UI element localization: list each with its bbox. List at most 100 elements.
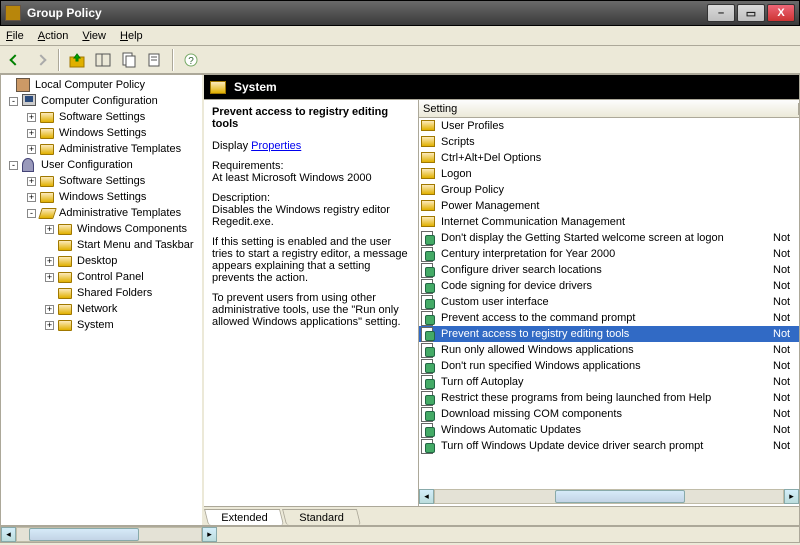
row-label: User Profiles	[441, 120, 799, 132]
tree-item[interactable]: +Software Settings	[1, 109, 202, 125]
list-folder-row[interactable]: Ctrl+Alt+Del Options	[419, 150, 799, 166]
menu-file[interactable]: File	[6, 30, 24, 42]
list-policy-row[interactable]: Custom user interfaceNot	[419, 294, 799, 310]
policy-icon	[421, 327, 437, 341]
show-hide-console-tree-button[interactable]	[92, 49, 114, 71]
tree-item[interactable]: +Control Panel	[1, 269, 202, 285]
expand-icon[interactable]: +	[27, 113, 36, 122]
tree-computer-config[interactable]: -Computer Configuration	[1, 93, 202, 109]
list-policy-row[interactable]: Prevent access to the command promptNot	[419, 310, 799, 326]
expand-icon[interactable]: +	[27, 145, 36, 154]
scroll-track[interactable]	[434, 489, 784, 504]
menu-action[interactable]: Action	[38, 30, 69, 42]
list-policy-row[interactable]: Windows Automatic UpdatesNot	[419, 422, 799, 438]
export-list-button[interactable]	[144, 49, 166, 71]
collapse-icon[interactable]: -	[9, 161, 18, 170]
menu-view[interactable]: View	[82, 30, 106, 42]
list-policy-row[interactable]: Restrict these programs from being launc…	[419, 390, 799, 406]
forward-button[interactable]	[30, 49, 52, 71]
tree-item[interactable]: +Windows Settings	[1, 189, 202, 205]
folder-icon	[421, 215, 437, 229]
tree-item[interactable]: Shared Folders	[1, 285, 202, 301]
list-horizontal-scrollbar[interactable]: ◂ ▸	[419, 489, 799, 506]
list-policy-row[interactable]: Century interpretation for Year 2000Not	[419, 246, 799, 262]
list-folder-row[interactable]: Internet Communication Management	[419, 214, 799, 230]
row-label: Prevent access to the command prompt	[441, 312, 773, 324]
folder-icon	[58, 256, 72, 267]
list-folder-row[interactable]: User Profiles	[419, 118, 799, 134]
expand-icon[interactable]: +	[45, 225, 54, 234]
list-policy-row[interactable]: Turn off AutoplayNot	[419, 374, 799, 390]
console-tree[interactable]: Local Computer Policy -Computer Configur…	[1, 75, 204, 525]
settings-list[interactable]: Setting User Profiles ScriptsCtrl+Alt+Del…	[419, 100, 799, 506]
folder-icon	[58, 288, 72, 299]
back-button[interactable]	[4, 49, 26, 71]
folder-icon	[58, 272, 72, 283]
up-button[interactable]	[66, 49, 88, 71]
tree-admin-templates[interactable]: -Administrative Templates	[1, 205, 202, 221]
tree-item[interactable]: +Windows Components	[1, 221, 202, 237]
details-pane: System Prevent access to registry editin…	[204, 75, 799, 525]
tree-item[interactable]: + Administrative Templates	[1, 141, 202, 157]
tree-item[interactable]: +Desktop	[1, 253, 202, 269]
expand-icon[interactable]: +	[27, 177, 36, 186]
tree-item[interactable]: +Software Settings	[1, 173, 202, 189]
row-label: Logon	[441, 168, 799, 180]
properties-link[interactable]: Properties	[251, 140, 301, 152]
list-policy-row[interactable]: Turn off Windows Update device driver se…	[419, 438, 799, 454]
list-policy-row[interactable]: Prevent access to registry editing tools…	[419, 326, 799, 342]
collapse-icon[interactable]: -	[27, 209, 36, 218]
row-label: Download missing COM components	[441, 408, 773, 420]
scroll-thumb[interactable]	[555, 490, 685, 503]
maximize-button[interactable]: ▭	[737, 4, 765, 22]
scroll-right-button[interactable]: ▸	[202, 527, 217, 542]
tree-item[interactable]: +Network	[1, 301, 202, 317]
list-folder-row[interactable]: Power Management	[419, 198, 799, 214]
row-label: Don't run specified Windows applications	[441, 360, 773, 372]
list-policy-row[interactable]: Configure driver search locationsNot	[419, 262, 799, 278]
expand-icon[interactable]: +	[45, 305, 54, 314]
list-policy-row[interactable]: Download missing COM componentsNot	[419, 406, 799, 422]
list-header[interactable]: Setting	[419, 100, 799, 118]
expand-icon[interactable]: +	[45, 257, 54, 266]
list-folder-row[interactable]: Scripts	[419, 134, 799, 150]
minimize-button[interactable]: –	[707, 4, 735, 22]
expand-icon[interactable]: +	[45, 321, 54, 330]
scroll-track[interactable]	[16, 527, 202, 542]
expand-icon[interactable]: +	[27, 193, 36, 202]
properties-button[interactable]	[118, 49, 140, 71]
list-policy-row[interactable]: Code signing for device driversNot	[419, 278, 799, 294]
list-policy-row[interactable]: Don't run specified Windows applications…	[419, 358, 799, 374]
help-button[interactable]: ?	[180, 49, 202, 71]
tree-label: Administrative Templates	[59, 143, 181, 155]
scroll-thumb[interactable]	[29, 528, 139, 541]
row-state: Not	[773, 248, 799, 260]
scroll-right-button[interactable]: ▸	[784, 489, 799, 504]
expand-icon[interactable]: +	[27, 129, 36, 138]
close-button[interactable]: X	[767, 4, 795, 22]
tree-system[interactable]: +System	[1, 317, 202, 333]
tree-user-config[interactable]: -User Configuration	[1, 157, 202, 173]
tree-item[interactable]: Start Menu and Taskbar	[1, 237, 202, 253]
scroll-left-button[interactable]: ◂	[419, 489, 434, 504]
tree-horizontal-scrollbar[interactable]: ◂ ▸	[0, 526, 800, 543]
column-setting[interactable]: Setting	[423, 103, 799, 115]
menu-help[interactable]: Help	[120, 30, 143, 42]
view-tabs: Extended Standard	[204, 506, 799, 525]
folder-icon	[210, 81, 226, 94]
description-text: Disables the Windows registry editor Reg…	[212, 204, 390, 228]
list-folder-row[interactable]: Logon	[419, 166, 799, 182]
folder-icon	[58, 240, 72, 251]
tab-extended[interactable]: Extended	[204, 509, 284, 525]
tab-standard[interactable]: Standard	[282, 509, 361, 525]
collapse-icon[interactable]: -	[9, 97, 18, 106]
row-label: Code signing for device drivers	[441, 280, 773, 292]
list-policy-row[interactable]: Run only allowed Windows applicationsNot	[419, 342, 799, 358]
expand-icon[interactable]: +	[45, 273, 54, 282]
scroll-left-button[interactable]: ◂	[1, 527, 16, 542]
tree-item[interactable]: +Windows Settings	[1, 125, 202, 141]
list-policy-row[interactable]: Don't display the Getting Started welcom…	[419, 230, 799, 246]
tree-root[interactable]: Local Computer Policy	[1, 77, 202, 93]
requirements-value: At least Microsoft Windows 2000	[212, 172, 372, 184]
list-folder-row[interactable]: Group Policy	[419, 182, 799, 198]
